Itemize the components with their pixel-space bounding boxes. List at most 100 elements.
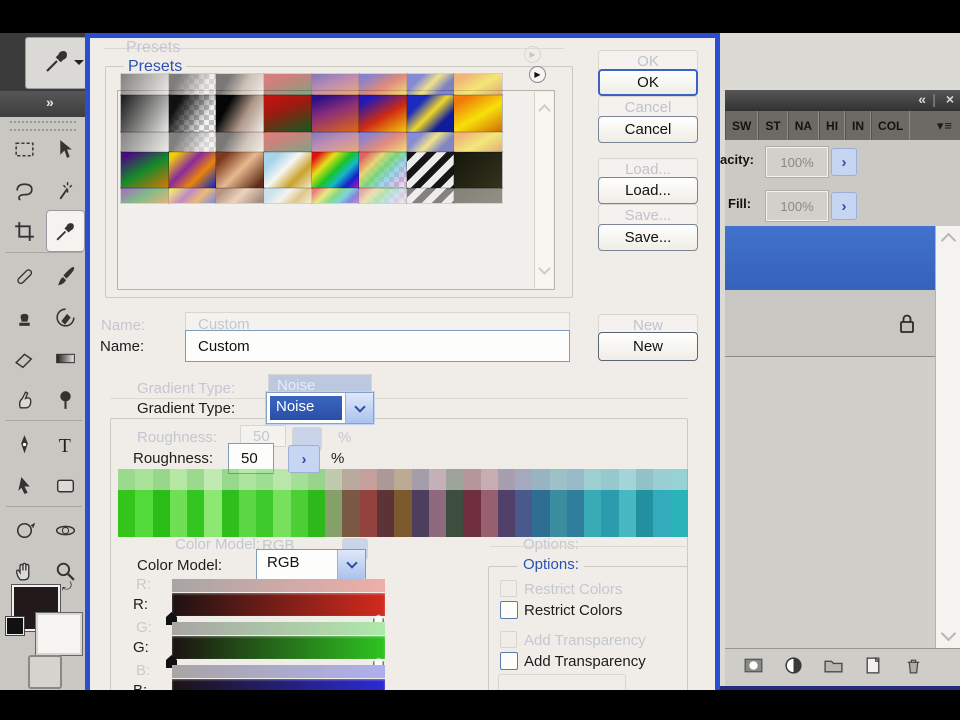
close-panel-icon[interactable]: × xyxy=(946,91,954,107)
color-model-selected-value: RGB xyxy=(267,554,300,571)
eyedropper-tool[interactable] xyxy=(47,211,84,251)
scroll-down-icon[interactable] xyxy=(940,625,957,642)
background-color-swatch[interactable] xyxy=(35,612,83,656)
panel-tab-in[interactable]: IN xyxy=(845,111,872,140)
panel-tab-col[interactable]: COL xyxy=(871,111,911,140)
rectangular-marquee-tool[interactable] xyxy=(6,129,43,169)
background-layer-row[interactable] xyxy=(725,290,935,356)
swap-colors-icon[interactable]: ⤾ xyxy=(62,579,72,594)
selected-layer-row[interactable] xyxy=(725,226,935,290)
scroll-up-icon[interactable] xyxy=(940,232,957,249)
history-brush-tool[interactable] xyxy=(47,297,84,337)
ok-button[interactable]: OK xyxy=(598,69,698,96)
collapse-panels-icon[interactable]: « xyxy=(918,91,926,107)
clone-stamp-tool[interactable] xyxy=(6,297,43,337)
presets-menu-button[interactable]: ▶ xyxy=(529,66,546,83)
panel-tab-hi[interactable]: HI xyxy=(819,111,846,140)
cancel-button[interactable]: Cancel xyxy=(598,116,698,143)
gradient-type-chevron-button[interactable] xyxy=(345,393,373,423)
adjustment-layer-button[interactable] xyxy=(783,655,804,681)
gradient-preset-r1c5[interactable] xyxy=(310,94,361,133)
channel-bar[interactable] xyxy=(172,636,385,659)
gradient-preset-r2c6[interactable] xyxy=(358,151,408,189)
collapse-panel-icon[interactable]: » xyxy=(46,94,54,110)
panel-tab-na[interactable]: NA xyxy=(787,111,820,140)
type-tool[interactable]: T xyxy=(47,424,84,464)
noise-gradient-preview[interactable] xyxy=(118,490,688,537)
channel-label-ghost: G: xyxy=(136,619,152,636)
group-folder-button[interactable] xyxy=(823,655,844,681)
gradient-preset-r2c4[interactable] xyxy=(262,151,313,189)
quick-mask-button[interactable] xyxy=(28,655,62,689)
gradient-type-dropdown[interactable]: Noise xyxy=(265,391,375,425)
smudge-tool[interactable] xyxy=(6,379,43,419)
opacity-field[interactable]: 100% xyxy=(765,146,829,178)
tool-preset-button[interactable] xyxy=(25,37,89,89)
noise-band xyxy=(618,469,636,490)
fill-slider-button[interactable]: › xyxy=(831,192,857,220)
presets-scroll-up-icon[interactable] xyxy=(538,104,551,117)
gradient-preset-r2c5[interactable] xyxy=(310,151,361,189)
shape-tool[interactable] xyxy=(47,465,84,505)
magic-wand-tool[interactable] xyxy=(47,170,84,210)
lasso-tool[interactable] xyxy=(6,170,43,210)
gradient-preset-r1c2[interactable] xyxy=(167,94,218,133)
gradient-preset-r1c7[interactable] xyxy=(405,94,456,133)
panel-tab-sw[interactable]: SW xyxy=(725,111,759,140)
noise-band xyxy=(135,490,153,537)
gradient-tool[interactable] xyxy=(47,338,84,378)
rotate-3d-tool[interactable] xyxy=(6,510,43,550)
move-tool[interactable] xyxy=(47,129,84,169)
new-button[interactable]: New xyxy=(598,332,698,361)
gradient-preset-r1c4[interactable] xyxy=(262,94,313,133)
gradient-preset-r2c7[interactable] xyxy=(405,151,456,189)
presets-scrollbar[interactable] xyxy=(534,92,553,288)
orbit-3d-tool[interactable] xyxy=(47,510,84,550)
gradient-preset-r2c2[interactable] xyxy=(167,151,218,189)
opacity-slider-button[interactable]: › xyxy=(831,148,857,176)
delete-layer-icon xyxy=(907,659,920,673)
new-layer-button[interactable] xyxy=(863,655,884,681)
bottom-letterbox xyxy=(0,690,960,720)
orbit-3d-icon xyxy=(55,525,76,535)
noise-band xyxy=(411,469,429,490)
presets-scroll-down-icon[interactable] xyxy=(538,262,551,275)
gradient-preset-r2c8[interactable] xyxy=(453,151,503,189)
pen-tool[interactable] xyxy=(6,424,43,464)
gradient-preset-r1c3-ghost xyxy=(215,131,265,153)
gradient-type-selected-value: Noise xyxy=(270,396,342,420)
crop-tool[interactable] xyxy=(6,211,43,251)
restrict-colors-checkbox[interactable] xyxy=(500,601,518,619)
brush-tool[interactable] xyxy=(47,256,84,296)
gradient-preset-r1c6[interactable] xyxy=(358,94,408,133)
gradient-preset-r2c1[interactable] xyxy=(120,151,170,189)
name-field[interactable]: Custom xyxy=(185,330,570,362)
tools-panel-header[interactable]: » xyxy=(0,91,90,117)
noise-band xyxy=(601,490,619,537)
load-button[interactable]: Load... xyxy=(598,177,698,204)
layers-scrollbar[interactable] xyxy=(935,226,960,648)
roughness-arrow-button[interactable]: › xyxy=(288,445,320,473)
save-button[interactable]: Save... xyxy=(598,224,698,251)
gradient-preset-r1c1[interactable] xyxy=(120,94,170,133)
dodge-tool[interactable] xyxy=(47,379,84,419)
tool-separator xyxy=(6,420,82,421)
panel-tab-st[interactable]: ST xyxy=(758,111,788,140)
gradient-preset-r1c5-ghost xyxy=(310,73,361,96)
noise-band xyxy=(463,469,481,490)
path-select-tool[interactable] xyxy=(6,465,43,505)
default-colors-icon[interactable] xyxy=(5,616,25,636)
layer-mask-button[interactable] xyxy=(743,655,764,681)
panel-menu-icon[interactable]: ▾ ≡ xyxy=(929,111,960,140)
noise-band xyxy=(584,469,602,490)
gradient-preset-r2c3[interactable] xyxy=(215,151,265,189)
channel-bar[interactable] xyxy=(172,593,385,616)
gradient-preset-r1c3[interactable] xyxy=(215,94,265,133)
eraser-tool[interactable] xyxy=(6,338,43,378)
gradient-preset-r1c8[interactable] xyxy=(453,94,503,133)
delete-layer-button[interactable] xyxy=(903,655,924,681)
spot-healing-tool[interactable] xyxy=(6,256,43,296)
add-transparency-checkbox[interactable] xyxy=(500,652,518,670)
fill-field[interactable]: 100% xyxy=(765,190,829,222)
color-model-chevron-button[interactable] xyxy=(337,550,365,579)
